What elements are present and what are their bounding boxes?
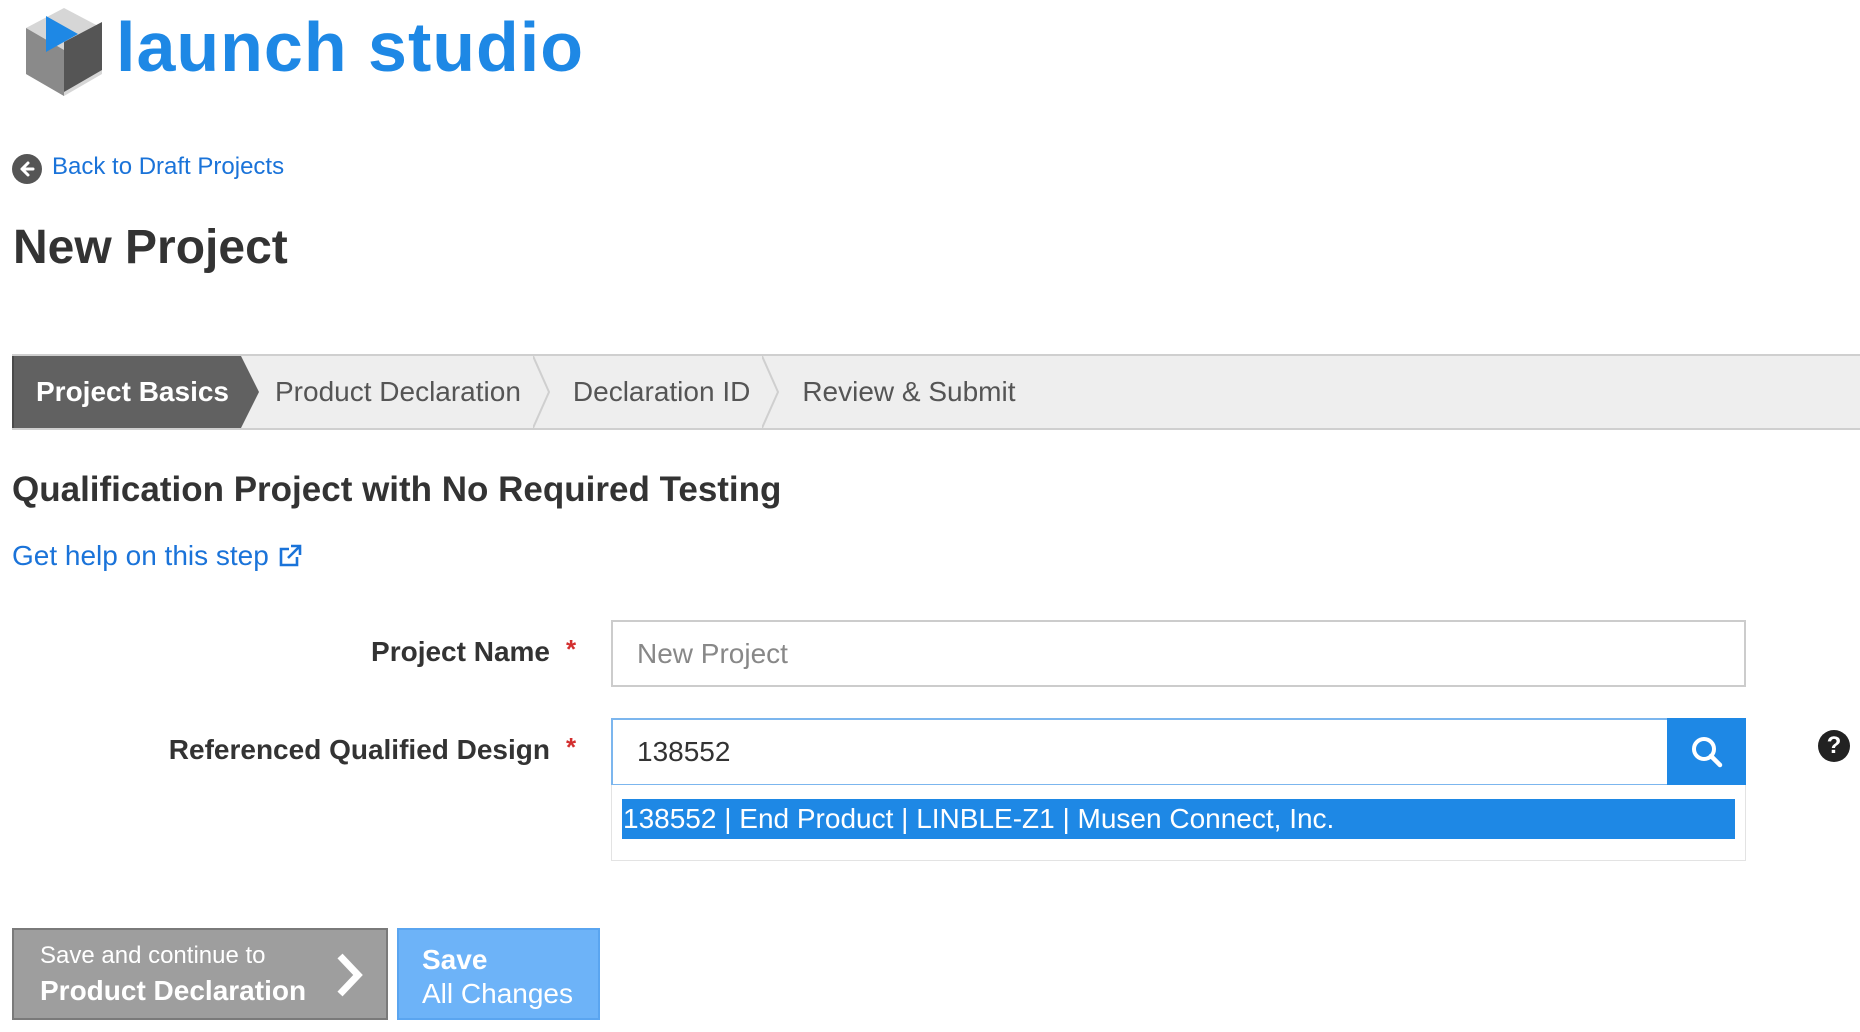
- page-title: New Project: [13, 221, 288, 274]
- autocomplete-option[interactable]: 138552 | End Product | LINBLE-Z1 | Musen…: [622, 799, 1735, 839]
- referenced-design-input[interactable]: 138552: [611, 718, 1669, 786]
- project-name-label: Project Name: [371, 636, 550, 667]
- step-wizard: Project Basics Product Declaration Decla…: [12, 354, 1860, 430]
- save-and-continue-button[interactable]: Save and continue to Product Declaration: [12, 928, 388, 1020]
- referenced-design-label: Referenced Qualified Design: [168, 734, 550, 765]
- autocomplete-dropdown: 138552 | End Product | LINBLE-Z1 | Musen…: [611, 785, 1746, 861]
- step-project-basics[interactable]: Project Basics: [12, 356, 259, 428]
- brand-logo[interactable]: launch studio: [26, 8, 584, 98]
- question-circle-icon[interactable]: ?: [1818, 730, 1850, 762]
- chevron-right-icon: [337, 953, 363, 997]
- search-button[interactable]: [1667, 718, 1746, 786]
- required-asterisk: *: [566, 732, 577, 762]
- step-label: Review & Submit: [802, 376, 1016, 407]
- save-all-changes-button[interactable]: Save All Changes: [397, 928, 600, 1020]
- brand-name: launch studio: [116, 8, 584, 86]
- step-label: Product Declaration: [275, 376, 521, 407]
- arrow-left-circle-icon: [12, 154, 42, 184]
- step-label: Declaration ID: [572, 376, 751, 407]
- step-declaration-id[interactable]: Declaration ID: [543, 356, 780, 428]
- save-label-line1: Save: [422, 944, 488, 975]
- cube-play-icon: [26, 8, 102, 96]
- required-asterisk: *: [566, 634, 577, 664]
- back-to-draft-projects-link[interactable]: Back to Draft Projects: [12, 150, 284, 184]
- continue-label-line1: Save and continue to: [40, 942, 266, 969]
- get-help-link[interactable]: Get help on this step: [12, 540, 303, 572]
- step-product-declaration[interactable]: Product Declaration: [241, 356, 551, 428]
- external-link-icon: [279, 544, 302, 567]
- project-name-input[interactable]: New Project: [611, 620, 1746, 687]
- search-icon: [1691, 737, 1722, 768]
- step-label: Project Basics: [36, 376, 229, 407]
- section-title: Qualification Project with No Required T…: [12, 470, 782, 509]
- back-link-label: Back to Draft Projects: [52, 153, 285, 180]
- continue-label-line2: Product Declaration: [40, 975, 307, 1006]
- step-review-submit[interactable]: Review & Submit: [772, 356, 1037, 428]
- help-link-label: Get help on this step: [12, 540, 269, 571]
- save-label-line2: All Changes: [422, 978, 573, 1009]
